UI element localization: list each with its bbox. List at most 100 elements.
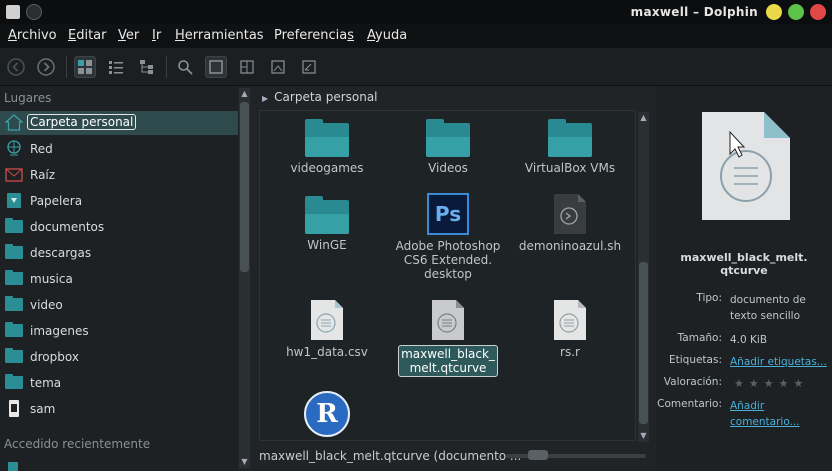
star-icon[interactable]: ★ [749, 376, 759, 392]
keep-above-icon[interactable] [26, 4, 42, 20]
sidebar-item-papelera[interactable]: Papelera [0, 189, 238, 213]
view-option-button-2[interactable] [298, 56, 320, 78]
file-view-scrollbar[interactable]: ▲ ▼ [638, 112, 649, 442]
forward-icon [37, 58, 55, 76]
sidebar-item-red[interactable]: Red [0, 137, 238, 161]
add-tags-link[interactable]: Añadir etiquetas... [730, 354, 830, 370]
status-text: maxwell_black_melt.qtcurve (documento ..… [259, 449, 522, 463]
minimize-button[interactable] [766, 4, 782, 20]
add-comment-link[interactable]: Añadir comentario... [730, 398, 830, 430]
tree-view-icon [140, 60, 153, 74]
r-file-icon: R [304, 391, 350, 437]
sidebar-item-musica[interactable]: musica [0, 267, 238, 291]
details-view-icon [109, 61, 123, 74]
sidebar-item-video[interactable]: video [0, 293, 238, 317]
search-icon [178, 60, 193, 75]
maximize-button[interactable] [788, 4, 804, 20]
home-icon [5, 114, 23, 131]
file-item-demoninoazul[interactable]: demoninoazul.sh [510, 193, 630, 253]
view-option-button[interactable] [267, 56, 289, 78]
preview-button[interactable] [205, 56, 227, 78]
file-item-r[interactable]: R [267, 391, 387, 437]
scroll-down-arrow[interactable]: ▼ [239, 456, 250, 468]
menu-ayuda[interactable]: Ayuda [367, 28, 407, 43]
star-icon[interactable]: ★ [794, 376, 804, 392]
menu-preferencias[interactable]: Preferencias [274, 28, 354, 43]
scroll-thumb[interactable] [639, 262, 648, 424]
star-icon[interactable]: ★ [779, 376, 789, 392]
window-title: maxwell – Dolphin [630, 5, 758, 19]
file-item-rs-r[interactable]: rs.r [510, 299, 630, 359]
rating-stars[interactable]: ★ ★ ★ ★ ★ [734, 376, 832, 392]
star-icon[interactable]: ★ [734, 376, 744, 392]
trash-icon [7, 193, 21, 208]
zoom-slider-handle[interactable] [528, 450, 548, 460]
file-item-winge[interactable]: WinGE [267, 196, 387, 252]
text-file-icon [432, 300, 464, 340]
search-button[interactable] [174, 56, 196, 78]
sidebar-item-imagenes[interactable]: imagenes [0, 319, 238, 343]
text-file-icon [554, 300, 586, 340]
file-item-virtualbox[interactable]: VirtualBox VMs [510, 119, 630, 175]
information-panel: maxwell_black_melt. qtcurve Tipo: documen… [656, 86, 832, 471]
icons-view-button[interactable] [74, 56, 96, 78]
split-view-button[interactable] [236, 56, 258, 78]
menu-ver[interactable]: Ver [118, 28, 139, 43]
info-file-name: maxwell_black_melt. qtcurve [680, 251, 808, 277]
scroll-up-arrow[interactable]: ▲ [239, 88, 250, 100]
panel-right-icon [302, 60, 316, 74]
device-icon [9, 400, 19, 417]
menu-archivo[interactable]: Archivo [8, 28, 57, 43]
file-item-videogames[interactable]: videogames [267, 119, 387, 175]
window-menu-icon[interactable] [6, 5, 20, 19]
root-icon [5, 168, 23, 182]
details-view-button[interactable] [105, 56, 127, 78]
sidebar-scrollbar[interactable]: ▲ ▼ [239, 88, 250, 468]
folder-icon [5, 374, 23, 389]
toolbar [0, 48, 832, 86]
forward-button[interactable] [35, 56, 57, 78]
title-bar: maxwell – Dolphin [0, 0, 832, 24]
star-icon[interactable]: ★ [764, 376, 774, 392]
photoshop-icon: Ps [427, 193, 469, 235]
back-icon [7, 58, 25, 76]
breadcrumb-arrow-icon: ▶ [262, 94, 269, 103]
recent-item-icon [8, 462, 18, 471]
icons-view-icon [78, 60, 92, 74]
preview-icon [209, 60, 223, 74]
panel-left-icon [271, 60, 285, 74]
breadcrumb-label: Carpeta personal [274, 90, 378, 104]
sidebar-item-descargas[interactable]: descargas [0, 241, 238, 265]
back-button[interactable] [5, 56, 27, 78]
sidebar-item-sam[interactable]: sam [0, 397, 238, 421]
sidebar-item-tema[interactable]: tema [0, 371, 238, 395]
scroll-up-arrow[interactable]: ▲ [638, 112, 649, 124]
columns-view-button[interactable] [136, 56, 158, 78]
menu-ir[interactable]: Ir [152, 28, 161, 43]
sidebar-item-raiz[interactable]: Raíz [0, 163, 238, 187]
menu-editar[interactable]: Editar [68, 28, 107, 43]
file-item-photoshop[interactable]: Ps Adobe Photoshop CS6 Extended. desktop [388, 193, 508, 281]
text-file-icon [311, 300, 343, 340]
file-item-maxwell-qtcurve[interactable]: maxwell_black_ melt.qtcurve [388, 299, 508, 377]
menu-herramientas[interactable]: Herramientas [175, 28, 264, 43]
file-item-videos[interactable]: Videos [388, 119, 508, 175]
sidebar-item-home[interactable]: Carpeta personal [0, 111, 238, 135]
scroll-thumb[interactable] [240, 102, 249, 272]
places-panel: Lugares Carpeta personal Red Raíz Papele… [0, 86, 238, 471]
folder-icon [426, 119, 470, 157]
text-file-preview-icon [702, 112, 790, 220]
file-view[interactable]: videogames Videos VirtualBox VMs WinGE P… [259, 110, 636, 441]
sidebar-item-documentos[interactable]: documentos [0, 215, 238, 239]
folder-icon [5, 270, 23, 285]
network-icon [7, 140, 21, 156]
zoom-slider[interactable] [506, 454, 646, 458]
file-item-hw1-data[interactable]: hw1_data.csv [267, 299, 387, 359]
folder-icon [5, 348, 23, 363]
scroll-down-arrow[interactable]: ▼ [638, 430, 649, 442]
folder-icon [5, 296, 23, 311]
close-button[interactable] [810, 4, 826, 20]
split-icon [240, 60, 254, 74]
sidebar-item-dropbox[interactable]: dropbox [0, 345, 238, 369]
breadcrumb[interactable]: ▶ Carpeta personal [262, 90, 378, 104]
